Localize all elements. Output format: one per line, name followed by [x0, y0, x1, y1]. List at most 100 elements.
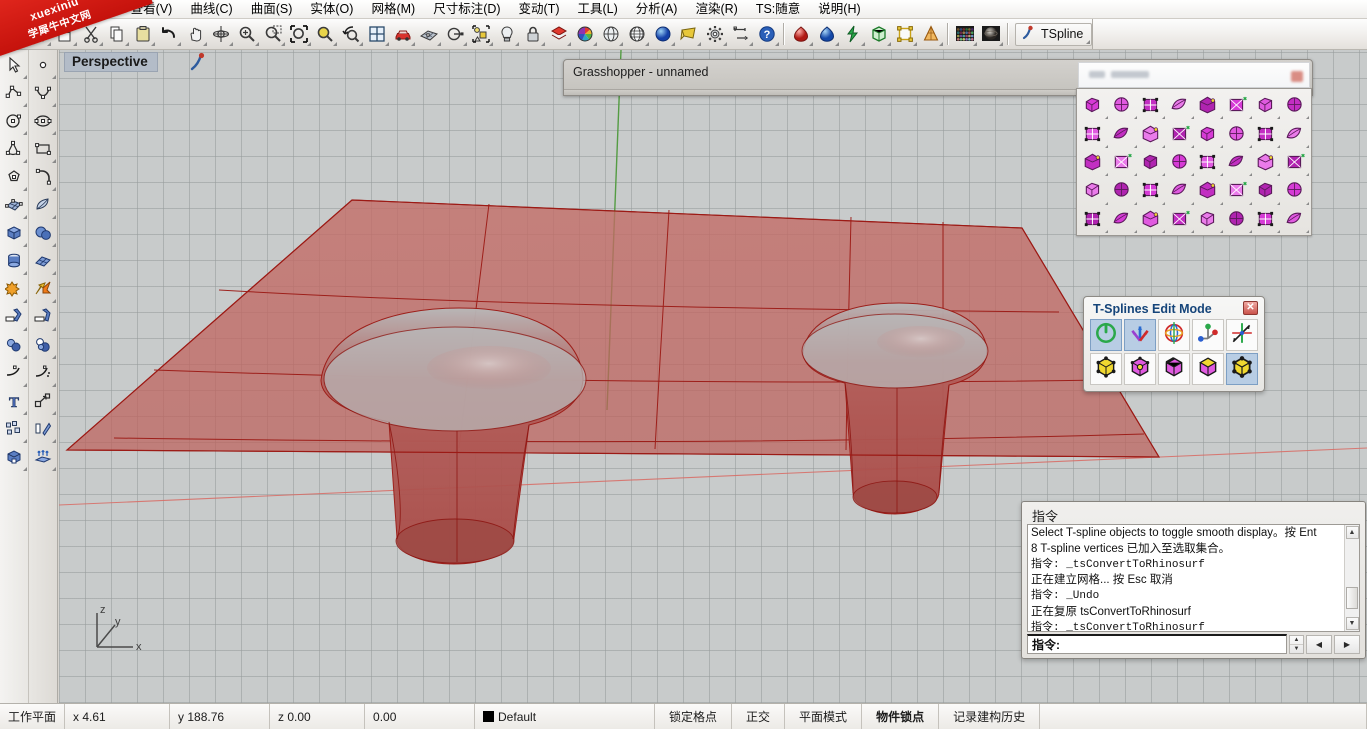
tool-loft[interactable]	[30, 193, 57, 221]
ts-align-icon[interactable]	[1108, 205, 1137, 234]
edit-select-object[interactable]	[1226, 353, 1258, 385]
dimension-button[interactable]	[728, 22, 754, 47]
ts-pinch-icon[interactable]	[1280, 176, 1309, 206]
ts-drape-icon[interactable]	[1194, 91, 1223, 120]
status-history[interactable]: 记录建构历史	[939, 704, 1041, 729]
menu-mesh[interactable]: 网格(M)	[362, 0, 424, 19]
tool-ellipse[interactable]	[30, 109, 57, 137]
ts-patch-merge-icon[interactable]	[1137, 119, 1166, 149]
ts-delete-points-icon[interactable]	[1165, 148, 1194, 177]
ts-arch-icon[interactable]	[1165, 119, 1194, 149]
ts-insert-edge-icon[interactable]	[1252, 205, 1281, 234]
zoom-extents-button[interactable]	[286, 22, 312, 47]
tool-polygon[interactable]	[1, 165, 28, 193]
ts-axis-gizmo-icon[interactable]	[1223, 91, 1252, 120]
menu-analyze[interactable]: 分析(A)	[627, 0, 687, 19]
menu-solid[interactable]: 实体(O)	[301, 0, 362, 19]
edit-gumball-handles[interactable]	[1192, 319, 1224, 351]
status-grid-snap[interactable]: 锁定格点	[655, 704, 733, 729]
tool-curve-corner[interactable]	[30, 165, 57, 193]
tspline-tab-button[interactable]: TSpline	[1015, 22, 1093, 46]
ts-pleat-icon[interactable]	[1079, 176, 1108, 206]
color-button[interactable]	[572, 22, 598, 47]
ts-sweep-icon[interactable]	[1194, 205, 1223, 234]
ts-weld-icon[interactable]	[1137, 148, 1166, 177]
layer-button[interactable]	[546, 22, 572, 47]
ts-path-icon[interactable]	[1252, 176, 1281, 206]
ts-bridge-icon[interactable]	[1223, 148, 1252, 177]
tspline-cone-button[interactable]	[918, 22, 944, 47]
tool-explode[interactable]	[30, 277, 57, 305]
tool-polyline[interactable]	[1, 81, 28, 109]
ts-cap-icon[interactable]	[1223, 176, 1252, 206]
drag-mode-button[interactable]	[442, 22, 468, 47]
tspline-primitive-red-button[interactable]	[788, 22, 814, 47]
ts-pull-icon[interactable]	[1137, 176, 1166, 206]
ts-check-face-icon[interactable]	[1108, 148, 1137, 177]
menu-transform[interactable]: 变动(T)	[510, 0, 569, 19]
ts-surface-flip-icon[interactable]	[1165, 91, 1194, 120]
zoom-in-button[interactable]	[234, 22, 260, 47]
lock-button[interactable]	[520, 22, 546, 47]
command-input[interactable]: 指令:	[1027, 634, 1287, 654]
edit-select-edge[interactable]	[1158, 353, 1190, 385]
command-scrollbar[interactable]: ▲ ▼	[1344, 525, 1359, 631]
command-spinner[interactable]: ▲ ▼	[1289, 634, 1304, 654]
tool-arc[interactable]	[1, 137, 28, 165]
edit-gumball-axis[interactable]	[1124, 319, 1156, 351]
tool-select[interactable]	[1, 53, 28, 81]
tool-surface-from-points[interactable]	[1, 193, 28, 221]
camera-button[interactable]	[676, 22, 702, 47]
ts-rotate-icon[interactable]	[1079, 119, 1108, 149]
tool-interpolate-curve[interactable]	[30, 81, 57, 109]
zoom-selected-button[interactable]	[312, 22, 338, 47]
save-button[interactable]	[0, 22, 26, 47]
edit-mode-toggle[interactable]	[1090, 319, 1122, 351]
spinner-down-icon[interactable]: ▼	[1290, 643, 1303, 653]
close-icon[interactable]: ✕	[1243, 301, 1258, 315]
ts-uncrease-icon[interactable]	[1280, 148, 1309, 177]
viewport-config-icon[interactable]	[186, 52, 208, 72]
ts-cube-subdivide-icon[interactable]	[1108, 91, 1137, 120]
tool-boolean-union[interactable]	[1, 277, 28, 305]
pan-button[interactable]	[182, 22, 208, 47]
tool-mirror[interactable]	[30, 417, 57, 445]
ts-grid-points-icon[interactable]	[1280, 91, 1309, 120]
history-prev-icon[interactable]: ◀	[1306, 634, 1332, 654]
status-osnap[interactable]: 物件锁点	[862, 704, 940, 729]
status-planar[interactable]: 平面模式	[785, 704, 863, 729]
grasshopper-toolbar-blurred[interactable]	[1078, 62, 1310, 88]
tool-fillet[interactable]	[1, 361, 28, 389]
tool-split[interactable]	[30, 305, 57, 333]
options-button[interactable]	[702, 22, 728, 47]
rotate-view-button[interactable]	[208, 22, 234, 47]
ts-dodecahedron-icon[interactable]	[1108, 119, 1137, 149]
properties-button[interactable]	[52, 22, 78, 47]
object-snap-button[interactable]	[468, 22, 494, 47]
scrollbar-thumb[interactable]	[1346, 587, 1358, 609]
edit-gumball-scale[interactable]	[1226, 319, 1258, 351]
menu-render[interactable]: 渲染(R)	[686, 0, 746, 19]
status-cplane[interactable]: 工作平面	[0, 704, 66, 729]
ts-thicken-icon[interactable]	[1223, 119, 1252, 149]
tspline-primitive-blue-button[interactable]	[814, 22, 840, 47]
wireframe-view-button[interactable]	[624, 22, 650, 47]
cut-button[interactable]	[78, 22, 104, 47]
tool-trim[interactable]	[1, 305, 28, 333]
edit-select-vertex[interactable]	[1090, 353, 1122, 385]
tool-scale[interactable]	[30, 389, 57, 417]
ts-shell-icon[interactable]	[1194, 119, 1223, 149]
ts-cube-point-icon[interactable]	[1252, 91, 1281, 120]
mesh-button[interactable]	[416, 22, 442, 47]
ts-add-grid-icon[interactable]	[1280, 119, 1309, 149]
tool-point[interactable]	[30, 53, 57, 81]
ts-add-surface-icon[interactable]	[1252, 119, 1281, 149]
environment-button[interactable]	[978, 22, 1004, 47]
print-button[interactable]	[26, 22, 52, 47]
zoom-previous-button[interactable]	[338, 22, 364, 47]
ts-subdivide-icon[interactable]	[1280, 205, 1309, 234]
tool-box[interactable]	[1, 221, 28, 249]
shaded-view-button[interactable]	[598, 22, 624, 47]
materials-button[interactable]	[952, 22, 978, 47]
menu-dimension[interactable]: 尺寸标注(D)	[424, 0, 509, 19]
